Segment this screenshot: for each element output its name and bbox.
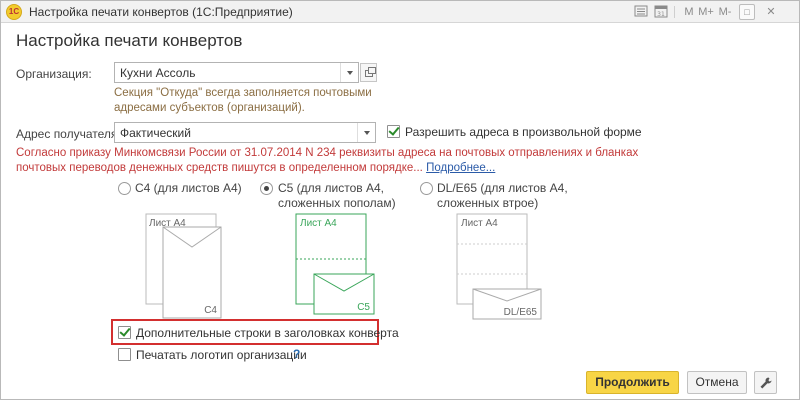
m-plus-icon[interactable]: M+ [698, 4, 714, 20]
m-icon[interactable]: M [681, 4, 697, 20]
allow-free-form-label[interactable]: Разрешить адреса в произвольной форме [405, 125, 642, 139]
c4-envelope-illustration[interactable]: Лист А4 С4 [141, 213, 231, 323]
sheet-label: Лист А4 [461, 218, 498, 229]
chevron-down-icon[interactable] [357, 123, 375, 142]
envelope-label: С5 [357, 302, 370, 313]
format-c5-label[interactable]: С5 (для листов А4, сложенных пополам) [278, 181, 413, 211]
m-minus-icon[interactable]: M- [717, 4, 733, 20]
organization-field[interactable]: Кухни Ассоль [114, 62, 359, 83]
title-separator [674, 6, 675, 18]
format-dl-radio[interactable] [420, 182, 433, 195]
continue-button[interactable]: Продолжить [586, 371, 679, 394]
window-title: Настройка печати конвертов (1С:Предприят… [29, 5, 293, 19]
svg-text:31: 31 [657, 11, 665, 18]
calendar-icon[interactable]: 31 [653, 4, 669, 20]
page-title: Настройка печати конвертов [16, 31, 243, 50]
help-icon[interactable]: ? [293, 347, 300, 361]
settings-button[interactable] [754, 371, 777, 394]
wrench-icon [760, 377, 771, 389]
extra-lines-label[interactable]: Дополнительные строки в заголовках конве… [136, 326, 399, 340]
dialog-window: 1С Настройка печати конвертов (1С:Предпр… [0, 0, 800, 400]
more-link[interactable]: Подробнее... [426, 162, 495, 174]
format-c4-radio[interactable] [118, 182, 131, 195]
extra-lines-checkbox[interactable] [118, 326, 131, 339]
warning-text: Согласно приказу Минкомсвязи России от 3… [16, 147, 639, 174]
app-logo: 1С [6, 4, 22, 20]
dl-envelope-illustration[interactable]: Лист А4 DL/Е65 [455, 213, 545, 323]
cancel-button[interactable]: Отмена [687, 371, 747, 394]
format-c5-radio[interactable] [260, 182, 273, 195]
chevron-down-icon[interactable] [340, 63, 358, 82]
maximize-icon[interactable]: □ [739, 4, 755, 20]
open-organization-button[interactable] [360, 63, 377, 82]
close-icon[interactable]: ✕ [763, 4, 779, 20]
sheet-label: Лист А4 [300, 218, 337, 229]
c5-envelope-illustration[interactable]: Лист А4 С5 [294, 213, 384, 323]
organization-value: Кухни Ассоль [120, 66, 196, 80]
recipient-address-value: Фактический [120, 126, 191, 140]
organization-label: Организация: [16, 67, 92, 81]
envelope-label: DL/Е65 [504, 307, 538, 318]
recipient-address-label: Адрес получателя: [16, 127, 121, 141]
allow-free-form-checkbox[interactable] [387, 125, 400, 138]
recipient-address-select[interactable]: Фактический [114, 122, 376, 143]
print-logo-checkbox[interactable] [118, 348, 131, 361]
envelope-label: С4 [204, 305, 217, 316]
hint-text: Секция "Откуда" всегда заполняется почто… [114, 87, 372, 114]
format-c4-label[interactable]: С4 (для листов А4) [135, 181, 265, 196]
regulation-warning: Согласно приказу Минкомсвязи России от 3… [16, 146, 656, 176]
title-bar: 1С Настройка печати конвертов (1С:Предпр… [1, 1, 799, 23]
menu-icon[interactable] [633, 4, 649, 20]
format-dl-label[interactable]: DL/Е65 (для листов А4, сложенных втрое) [437, 181, 572, 211]
print-logo-label[interactable]: Печатать логотип организации [136, 348, 307, 362]
